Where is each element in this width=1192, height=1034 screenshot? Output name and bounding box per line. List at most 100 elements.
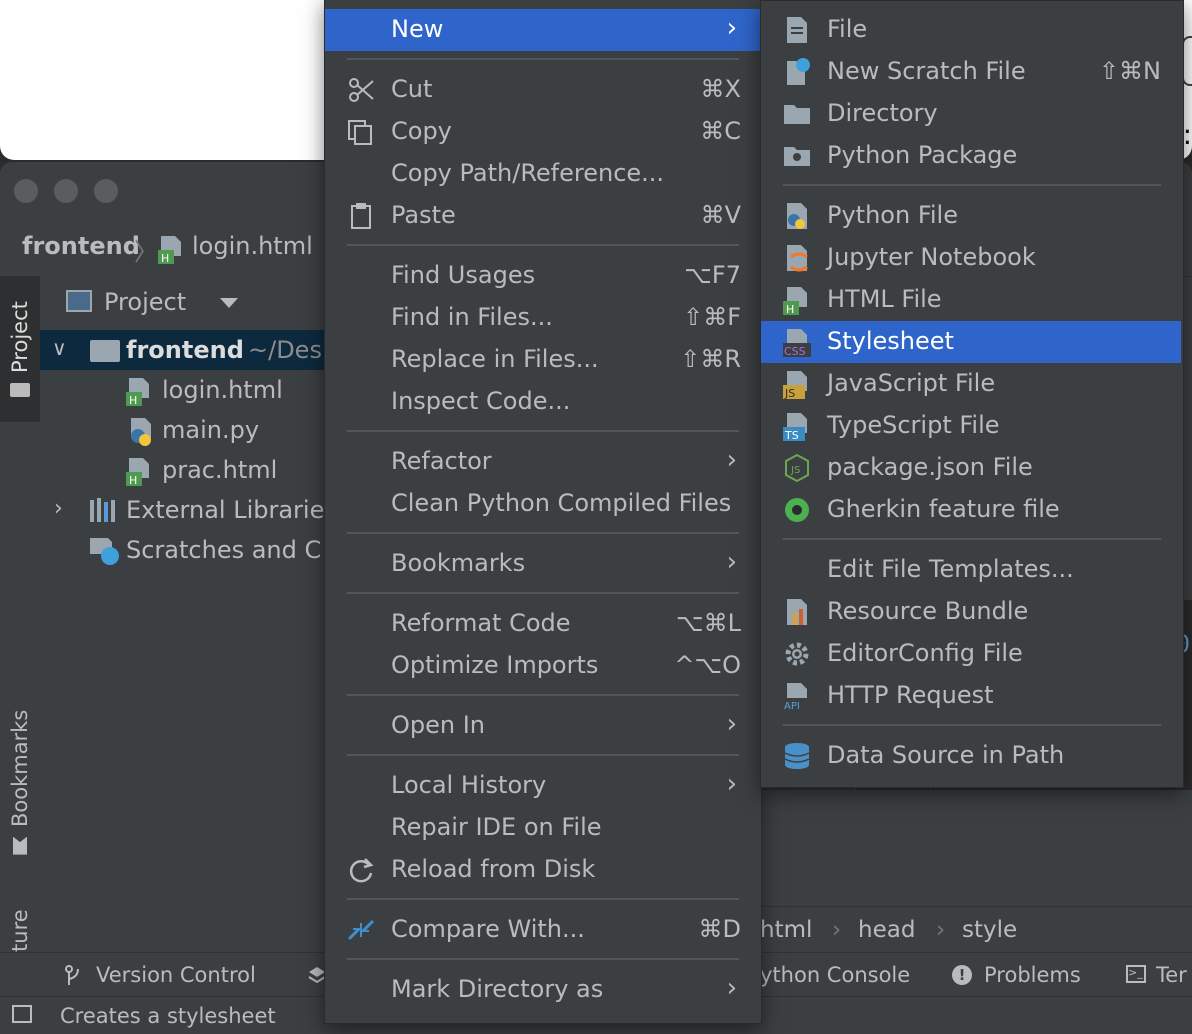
menu-item-replace-in-files[interactable]: Replace in Files... ⇧⌘R [325,339,761,381]
menu-item-refactor[interactable]: Refactor › [325,441,761,483]
menu-item-optimize-imports[interactable]: Optimize Imports ^⌥O [325,645,761,687]
menu-separator [347,244,739,246]
menu-item-python-package[interactable]: Python Package [761,135,1181,177]
menu-item-http-request[interactable]: API HTTP Request [761,675,1181,717]
context-menu: New › Cut ⌘X Copy ⌘C Copy Path/Reference… [324,0,762,1024]
menu-item-reload[interactable]: Reload from Disk [325,849,761,891]
svg-text:TS: TS [784,429,799,441]
menu-item-label: Local History [391,771,547,799]
menu-item-find-usages[interactable]: Find Usages ⌥F7 [325,255,761,297]
tree-item-scratches[interactable]: Scratches and C [40,530,340,570]
close-window-button[interactable] [14,179,38,203]
menu-item-editorconfig[interactable]: EditorConfig File [761,633,1181,675]
tree-item-label: prac.html [162,456,278,484]
chevron-right-icon: › [726,445,737,475]
menu-item-resource-bundle[interactable]: Resource Bundle [761,591,1181,633]
menu-item-packagejson[interactable]: JS package.json File [761,447,1181,489]
menu-item-label: Compare With... [391,915,585,943]
menu-item-shortcut: ^⌥O [674,651,741,679]
menu-item-jupyter[interactable]: Jupyter Notebook [761,237,1181,279]
menu-item-label: EditorConfig File [827,639,1023,667]
menu-item-copy-path[interactable]: Copy Path/Reference... [325,153,761,195]
menu-item-shortcut: ⌘X [700,75,741,103]
menu-item-cut[interactable]: Cut ⌘X [325,69,761,111]
menu-item-repair-ide[interactable]: Repair IDE on File [325,807,761,849]
menu-item-file[interactable]: File [761,9,1181,51]
tree-item-frontend[interactable]: ∨ frontend ~/Desk [40,330,340,370]
chevron-right-icon: › [726,709,737,739]
version-control-tab[interactable]: Version Control [96,963,256,987]
menu-item-html-file[interactable]: H HTML File [761,279,1181,321]
breadcrumb-file[interactable]: login.html [192,232,313,260]
svg-text:CSS: CSS [784,345,806,357]
menu-item-label: Paste [391,201,456,229]
menu-separator [783,724,1161,726]
breadcrumb-project[interactable]: frontend [22,232,140,260]
menu-item-shortcut: ⇧⌘F [683,303,741,331]
tree-item-external-libraries[interactable]: › External Libraries [40,490,340,530]
menu-item-label: Resource Bundle [827,597,1029,625]
menu-item-stylesheet[interactable]: CSS Stylesheet [761,321,1181,363]
menu-item-copy[interactable]: Copy ⌘C [325,111,761,153]
menu-item-mark-directory[interactable]: Mark Directory as › [325,969,761,1011]
html-file-icon: H [126,378,149,406]
html-file-icon: H [158,236,181,264]
menu-item-javascript[interactable]: JS JavaScript File [761,363,1181,405]
python-console-tab[interactable]: ython Console [760,963,910,987]
branch-icon [65,965,79,985]
menu-item-new-scratch[interactable]: New Scratch File ⇧⌘N [761,51,1181,93]
chevron-right-icon: › [726,973,737,1003]
tree-item-prac-html[interactable]: H prac.html [40,450,340,490]
minimize-window-button[interactable] [54,179,78,203]
clipboard-icon [351,203,371,229]
menu-item-find-in-files[interactable]: Find in Files... ⇧⌘F [325,297,761,339]
chevron-right-icon[interactable]: › [54,496,63,521]
menu-item-shortcut: ⌘C [700,117,741,145]
menu-item-typescript[interactable]: TS TypeScript File [761,405,1181,447]
tab-project-label: Project [8,301,32,373]
menu-item-clean-compiled[interactable]: Clean Python Compiled Files [325,483,761,525]
html-file-icon: H [126,458,149,486]
folder-icon [10,382,30,397]
menu-item-paste[interactable]: Paste ⌘V [325,195,761,237]
menu-item-reformat[interactable]: Reformat Code ⌥⌘L [325,603,761,645]
menu-item-directory[interactable]: Directory [761,93,1181,135]
menu-item-python-file[interactable]: Python File [761,195,1181,237]
menu-item-label: Cut [391,75,433,103]
menu-item-label: New Scratch File [827,57,1026,85]
crumb-head[interactable]: head [858,917,915,943]
menu-item-new[interactable]: New › [325,9,761,51]
tree-item-login-html[interactable]: H login.html [40,370,340,410]
problems-tab[interactable]: Problems [984,963,1081,987]
menu-item-data-source[interactable]: Data Source in Path [761,735,1181,777]
menu-item-shortcut: ⇧⌘R [680,345,741,373]
tab-project[interactable]: Project [0,276,40,422]
menu-item-local-history[interactable]: Local History › [325,765,761,807]
menu-item-bookmarks[interactable]: Bookmarks › [325,543,761,585]
chevron-down-icon[interactable]: ∨ [52,336,67,360]
menu-item-open-in[interactable]: Open In › [325,705,761,747]
menu-item-label: Clean Python Compiled Files [391,489,732,517]
project-panel-title[interactable]: Project [104,288,186,316]
tab-bookmarks[interactable]: Bookmarks [0,702,40,862]
menu-item-label: New [391,15,444,43]
chevron-down-icon[interactable] [220,298,238,308]
tree-item-main-py[interactable]: main.py [40,410,340,450]
menu-item-gherkin[interactable]: Gherkin feature file [761,489,1181,531]
zoom-window-button[interactable] [94,179,118,203]
tree-item-label: Scratches and C [126,536,322,564]
menu-item-inspect-code[interactable]: Inspect Code... [325,381,761,423]
menu-item-label: Find Usages [391,261,536,289]
tab-bookmarks-label: Bookmarks [8,709,32,827]
js-file-icon: JS [783,371,807,399]
crumb-html[interactable]: html [760,917,812,943]
menu-item-edit-templates[interactable]: Edit File Templates... [761,549,1181,591]
menu-item-compare-with[interactable]: Compare With... ⌘D [325,909,761,951]
crumb-style[interactable]: style [962,917,1017,943]
toggle-tool-windows-icon[interactable] [12,1005,32,1023]
terminal-tab[interactable]: Ter [1156,963,1187,987]
chevron-right-icon: › [726,13,737,43]
compare-icon [347,919,375,941]
new-submenu: File New Scratch File ⇧⌘N Directory Pyth… [760,0,1184,788]
tree-item-label: frontend [126,336,244,364]
